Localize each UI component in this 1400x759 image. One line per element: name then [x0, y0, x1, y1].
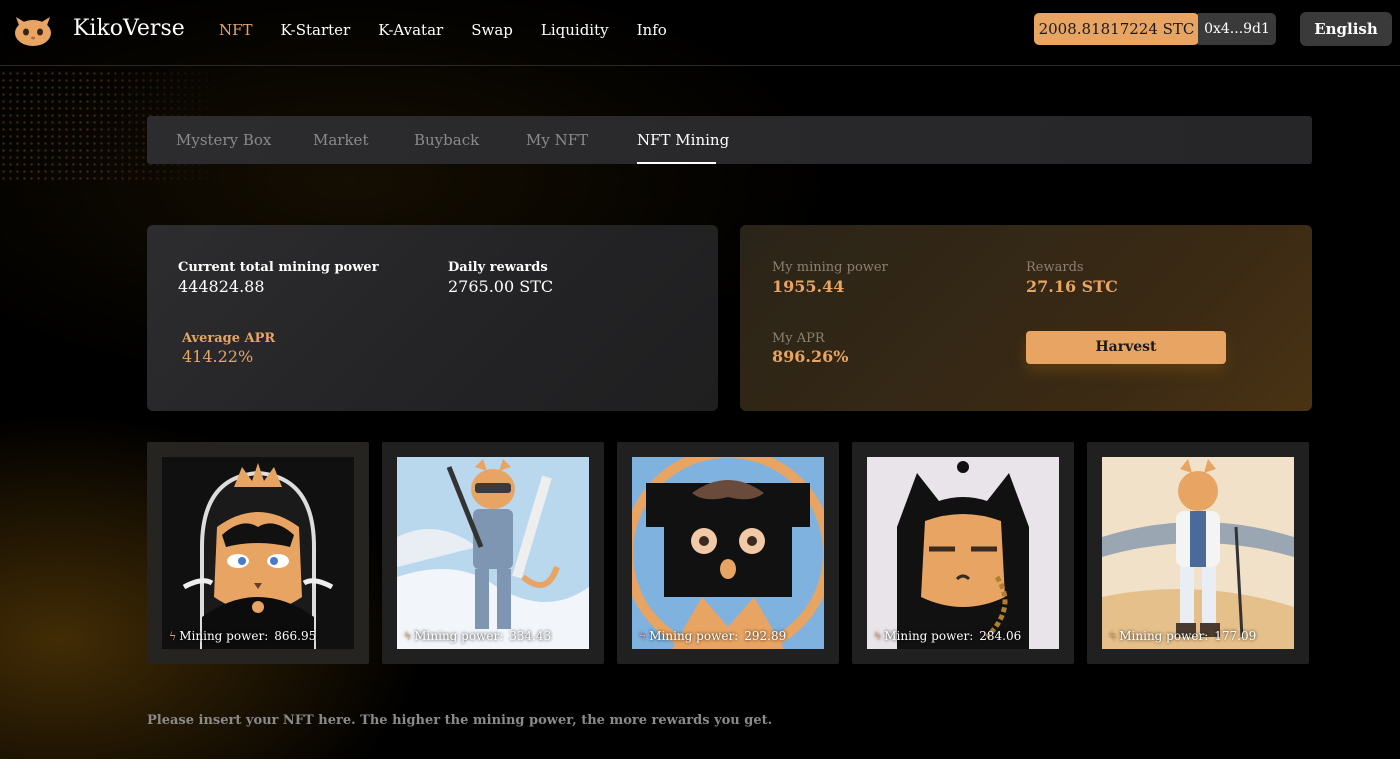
- nft-tabs: Mystery Box Market Buyback My NFT NFT Mi…: [147, 116, 1312, 164]
- my-apr-value: 896.26%: [772, 347, 849, 366]
- my-stats-panel: My mining power 1955.44 Rewards 27.16 ST…: [740, 225, 1312, 411]
- main-nav: NFT K-Starter K-Avatar Swap Liquidity In…: [219, 21, 695, 39]
- my-power-value: 1955.44: [772, 277, 845, 296]
- active-tab-indicator: [637, 162, 716, 164]
- nft-card[interactable]: ϟ Mining power: 284.06: [852, 442, 1074, 664]
- mining-power-label: ϟ Mining power: 177.09: [1109, 629, 1257, 643]
- hooded-cat-icon: [867, 457, 1059, 649]
- queen-cat-icon: [162, 457, 354, 649]
- tab-buyback[interactable]: Buyback: [414, 131, 479, 149]
- total-power-label: Current total mining power: [178, 260, 379, 275]
- mining-power-label: ϟ Mining power: 866.95: [169, 629, 317, 643]
- nav-k-starter[interactable]: K-Starter: [281, 21, 351, 39]
- nft-card[interactable]: ϟ Mining power: 177.09: [1087, 442, 1309, 664]
- nav-swap[interactable]: Swap: [471, 21, 513, 39]
- nav-liquidity[interactable]: Liquidity: [541, 21, 609, 39]
- average-apr-value: 414.22%: [182, 347, 254, 366]
- stc-balance-button[interactable]: 2008.81817224 STC: [1034, 13, 1199, 45]
- pool-stats-panel: Current total mining power 444824.88 Dai…: [147, 225, 718, 411]
- rewards-value: 27.16 STC: [1026, 277, 1118, 296]
- mining-power-label: ϟ Mining power: 292.89: [639, 629, 787, 643]
- lightning-icon: ϟ: [404, 630, 412, 643]
- hiker-cat-icon: [1102, 457, 1294, 649]
- tab-my-nft[interactable]: My NFT: [526, 131, 588, 149]
- tab-market[interactable]: Market: [313, 131, 368, 149]
- average-apr-label: Average APR: [182, 331, 276, 346]
- my-apr-label: My APR: [772, 331, 825, 346]
- lightning-icon: ϟ: [874, 630, 882, 643]
- daily-rewards-value: 2765.00 STC: [448, 277, 554, 296]
- flower-eye-cat-icon: [632, 457, 824, 649]
- cat-logo-icon[interactable]: [12, 13, 54, 47]
- nft-card[interactable]: ϟ Mining power: 292.89: [617, 442, 839, 664]
- lightning-icon: ϟ: [639, 630, 647, 643]
- lightning-icon: ϟ: [1109, 630, 1117, 643]
- mining-power-label: ϟ Mining power: 284.06: [874, 629, 1022, 643]
- my-power-label: My mining power: [772, 260, 888, 275]
- mining-power-label: ϟ Mining power: 334.43: [404, 629, 552, 643]
- nav-nft[interactable]: NFT: [219, 21, 253, 39]
- total-power-value: 444824.88: [178, 277, 265, 296]
- tab-mystery-box[interactable]: Mystery Box: [176, 131, 271, 149]
- ski-cat-icon: [397, 457, 589, 649]
- nav-info[interactable]: Info: [637, 21, 667, 39]
- nft-card[interactable]: ϟ Mining power: 334.43: [382, 442, 604, 664]
- nft-card[interactable]: ϟ Mining power: 866.95: [147, 442, 369, 664]
- tab-nft-mining[interactable]: NFT Mining: [637, 131, 729, 149]
- rewards-label: Rewards: [1026, 260, 1084, 275]
- language-button[interactable]: English: [1300, 12, 1392, 46]
- daily-rewards-label: Daily rewards: [448, 260, 548, 275]
- harvest-button[interactable]: Harvest: [1026, 331, 1226, 364]
- nav-k-avatar[interactable]: K-Avatar: [378, 21, 443, 39]
- brand-name[interactable]: KikoVerse: [73, 16, 185, 41]
- insert-nft-hint: Please insert your NFT here. The higher …: [147, 713, 773, 728]
- lightning-icon: ϟ: [169, 630, 177, 643]
- top-bar: KikoVerse NFT K-Starter K-Avatar Swap Li…: [0, 0, 1400, 66]
- wallet-address-button[interactable]: 0x4...9d1: [1198, 13, 1276, 45]
